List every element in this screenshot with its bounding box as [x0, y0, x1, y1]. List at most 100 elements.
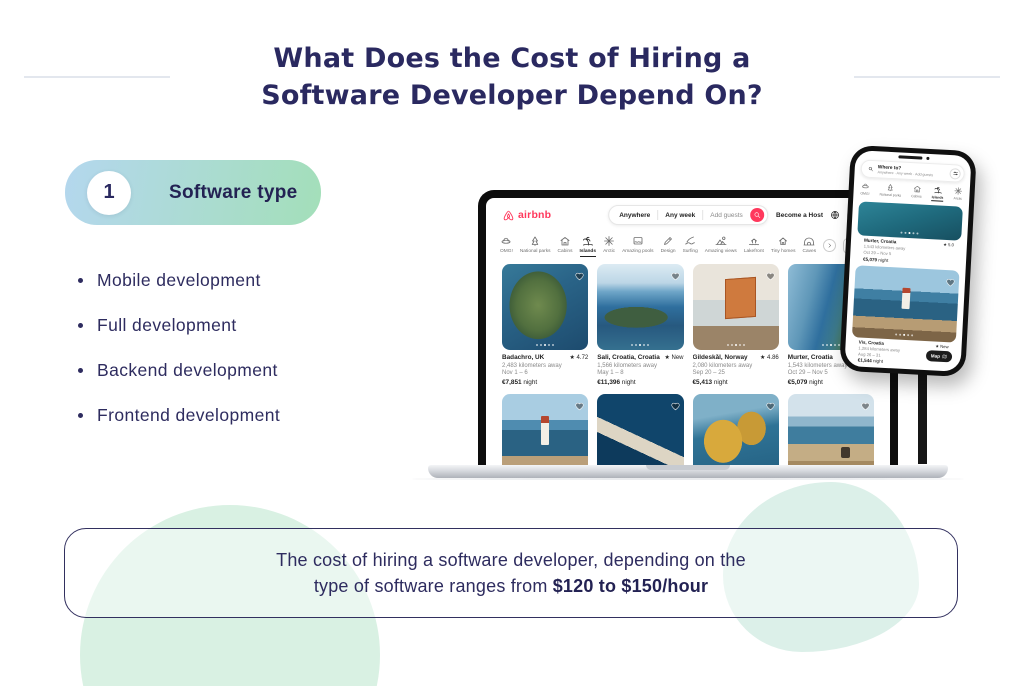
map-button[interactable]: Map: [926, 350, 953, 362]
divider: [657, 210, 658, 220]
wishlist-heart-icon[interactable]: [766, 398, 775, 407]
listings-row-2: [486, 387, 890, 466]
bullet-dot-icon: [78, 278, 83, 283]
category-surfing[interactable]: Surfing: [683, 235, 698, 254]
search-icon: [868, 166, 874, 172]
map-icon: [942, 354, 947, 359]
wishlist-heart-icon[interactable]: [671, 268, 680, 277]
listing-photo-cliffs[interactable]: [597, 394, 683, 466]
divider: [702, 210, 703, 220]
divider-line-right: [854, 76, 1000, 78]
page-title-line1: What Does the Cost of Hiring a: [0, 40, 1024, 77]
category-lakefront[interactable]: Lakefront: [744, 235, 764, 254]
listing-price: €5,079: [788, 379, 808, 386]
become-host-link[interactable]: Become a Host: [776, 212, 823, 219]
listing-dates: Nov 1 – 6: [502, 370, 588, 376]
categories-next-button[interactable]: [823, 239, 836, 252]
listing-title: Murter, Croatia: [788, 354, 833, 361]
wishlist-heart-icon[interactable]: [766, 268, 775, 277]
search-anywhere[interactable]: Anywhere: [619, 212, 650, 219]
listing-rating: ★ 4.86: [760, 354, 779, 361]
summary-line2-regular: type of software ranges from: [314, 576, 553, 596]
phone-stand: [918, 368, 927, 464]
category-islands[interactable]: Islands: [931, 185, 944, 202]
laptop-screen-bezel: airbnb Anywhere Any week Add guests Beco…: [478, 190, 898, 465]
search-any-week[interactable]: Any week: [665, 212, 695, 219]
search-add-guests[interactable]: Add guests: [710, 212, 743, 219]
listing-card[interactable]: Badachro, UK★ 4.72 2,483 kilometers away…: [502, 264, 588, 386]
airbnb-logo[interactable]: airbnb: [502, 209, 551, 222]
carousel-dots: [502, 344, 588, 346]
listing-price-suffix: night: [712, 379, 728, 386]
listing-caption: Gildeskål, Norway★ 4.86 2,080 kilometers…: [693, 354, 779, 386]
category-arctic[interactable]: Arctic: [603, 235, 615, 254]
category-national-parks[interactable]: National parks: [520, 235, 551, 254]
category-national-parks[interactable]: National parks: [879, 182, 901, 199]
listing-rating: ★ 4.72: [570, 354, 589, 361]
listing-title: Sali, Croatia, Croatia: [597, 354, 660, 361]
wishlist-heart-icon[interactable]: [671, 398, 680, 407]
list-item: Frontend development: [78, 405, 280, 426]
search-bar[interactable]: Anywhere Any week Add guests: [608, 205, 768, 225]
listing-price: €7,851: [502, 379, 522, 386]
wishlist-heart-icon[interactable]: [575, 398, 584, 407]
bullet-dot-icon: [78, 323, 83, 328]
list-item-label: Backend development: [97, 360, 278, 381]
sliders-icon: [952, 170, 958, 176]
category-cabins[interactable]: Cabins: [558, 235, 573, 254]
summary-card: The cost of hiring a software developer,…: [64, 528, 958, 618]
page-title-line2: Software Developer Depend On?: [0, 77, 1024, 114]
category-tiny-homes[interactable]: Tiny homes: [771, 235, 796, 254]
listing-price: €5,413: [693, 379, 713, 386]
globe-icon[interactable]: [830, 210, 840, 220]
category-omg[interactable]: OMG!: [500, 235, 513, 254]
carousel-dots: [597, 344, 683, 346]
listing-rating: ★ 5.0: [943, 242, 954, 248]
listing-price: €1,544: [858, 358, 872, 364]
tree-icon: [529, 235, 541, 247]
wave-icon: [684, 235, 696, 247]
listing-card[interactable]: Gildeskål, Norway★ 4.86 2,080 kilometers…: [693, 264, 779, 386]
snowflake-icon: [953, 186, 962, 195]
listing-caption: Badachro, UK★ 4.72 2,483 kilometers away…: [502, 354, 588, 386]
category-amazing-views[interactable]: Amazing views: [705, 235, 737, 254]
category-arctic[interactable]: Arctic: [953, 186, 963, 202]
factor-number: 1: [103, 181, 114, 204]
mobile-search-bar[interactable]: Where to? Anywhere · Any week · Add gues…: [860, 159, 965, 182]
category-amazing-pools[interactable]: Amazing pools: [622, 235, 653, 254]
category-caves[interactable]: Caves: [803, 235, 817, 254]
site-header: airbnb Anywhere Any week Add guests Beco…: [486, 198, 890, 232]
listing-card[interactable]: Sali, Croatia, Croatia★ New 1,566 kilome…: [597, 264, 683, 386]
listing-photo-seaside-camp[interactable]: [788, 394, 874, 466]
listing-rating: ★ New: [664, 354, 683, 361]
listing-photo-autumn-island[interactable]: [693, 394, 779, 466]
carousel-dots: [693, 344, 779, 346]
category-cabins[interactable]: Cabins: [911, 184, 922, 201]
tiny-home-icon: [777, 235, 789, 247]
list-item: Full development: [78, 315, 280, 336]
listing-photo-lighthouse: [852, 265, 960, 342]
mobile-listing-card[interactable]: Murter, Croatia★ 5.0 1,543 kilometers aw…: [856, 201, 963, 266]
wishlist-heart-icon[interactable]: [575, 268, 584, 277]
listing-price-suffix: night: [807, 379, 823, 386]
phone-mockup: Where to? Anywhere · Any week · Add gues…: [839, 145, 977, 377]
category-design[interactable]: Design: [661, 235, 676, 254]
listing-photo-lighthouse[interactable]: [502, 394, 588, 466]
list-item-label: Mobile development: [97, 270, 261, 291]
listing-photo-coastline: [597, 264, 683, 350]
wishlist-heart-icon[interactable]: [861, 398, 870, 407]
category-omg[interactable]: OMG!: [860, 181, 870, 197]
category-islands[interactable]: Islands: [580, 235, 597, 257]
list-item: Mobile development: [78, 270, 280, 291]
airbnb-website: airbnb Anywhere Any week Add guests Beco…: [486, 198, 890, 465]
mobile-filters-button[interactable]: [949, 168, 961, 180]
ufo-icon: [861, 181, 870, 190]
listing-price: €11,396: [597, 379, 620, 386]
listing-distance: 2,080 kilometers away: [693, 363, 779, 369]
carousel-dots: [857, 229, 961, 236]
tree-icon: [886, 183, 895, 192]
wishlist-heart-icon[interactable]: [946, 274, 955, 283]
speaker-slot: [898, 155, 922, 159]
cave-icon: [803, 235, 815, 247]
search-button[interactable]: [750, 208, 764, 222]
